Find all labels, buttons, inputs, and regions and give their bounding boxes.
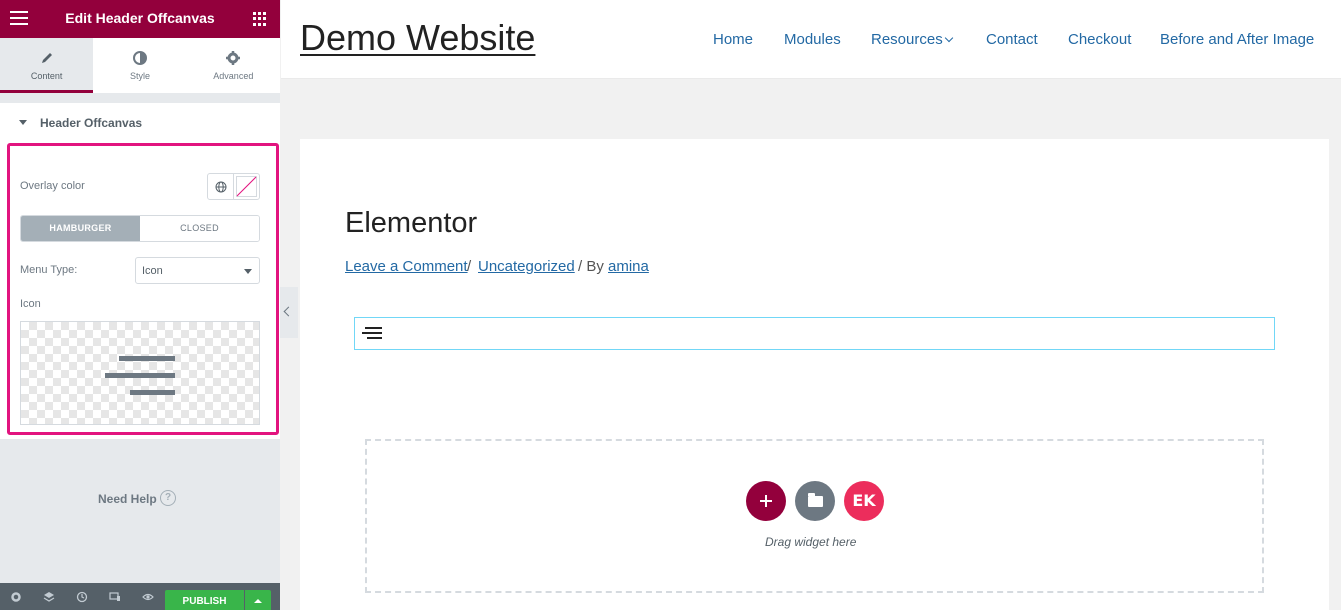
- menu-lines-icon-bottom: [367, 337, 382, 339]
- menu-lines-icon-mid: [105, 373, 175, 378]
- overlay-color-label: Overlay color: [20, 180, 85, 192]
- menu-lines-icon: [119, 356, 175, 361]
- drag-widget-hint: Drag widget here: [765, 535, 857, 549]
- add-section-button[interactable]: [746, 481, 786, 521]
- section-title: Header Offcanvas: [40, 116, 143, 130]
- nav-home[interactable]: Home: [713, 31, 753, 48]
- panel-title: Edit Header Offcanvas: [65, 10, 215, 26]
- help-icon[interactable]: ?: [160, 490, 176, 506]
- menu-lines-icon: [365, 327, 382, 329]
- settings-icon[interactable]: [10, 591, 22, 603]
- tab-content-label: Content: [30, 71, 63, 81]
- post-title: Elementor: [345, 207, 478, 239]
- menu-lines-icon-mid: [362, 332, 382, 334]
- nav-checkout[interactable]: Checkout: [1068, 31, 1131, 48]
- section-header-offcanvas[interactable]: Header Offcanvas: [0, 103, 280, 141]
- panel-tabs: Content Style Advanced: [0, 38, 280, 93]
- icon-label: Icon: [20, 298, 41, 310]
- menu-lines-icon-bottom: [130, 390, 175, 395]
- meta-separator: /: [467, 258, 472, 275]
- globe-icon: [215, 181, 227, 193]
- contrast-icon: [132, 51, 147, 65]
- tab-style[interactable]: Style: [93, 38, 186, 93]
- publish-button[interactable]: PUBLISH: [165, 590, 244, 610]
- category-link[interactable]: Uncategorized: [478, 258, 575, 275]
- toggle-closed[interactable]: CLOSED: [140, 216, 259, 241]
- leave-comment-link[interactable]: Leave a Comment: [345, 258, 468, 275]
- caret-down-icon: [19, 120, 27, 125]
- icon-picker[interactable]: [20, 321, 260, 425]
- navigator-layers-icon[interactable]: [43, 591, 55, 603]
- no-color-icon: [236, 176, 257, 197]
- tab-advanced-label: Advanced: [213, 71, 254, 81]
- menu-type-label: Menu Type:: [20, 264, 78, 276]
- widgets-grid-icon[interactable]: [253, 12, 267, 26]
- meta-by: / By: [578, 258, 604, 275]
- responsive-mode-icon[interactable]: [109, 591, 121, 603]
- chevron-down-icon: [244, 269, 252, 274]
- nav-contact[interactable]: Contact: [986, 31, 1038, 48]
- pencil-icon: [41, 53, 52, 63]
- history-icon[interactable]: [76, 591, 88, 603]
- menu-type-select[interactable]: Icon: [135, 257, 260, 284]
- global-color-button[interactable]: [207, 173, 234, 200]
- publish-options-button[interactable]: [245, 590, 271, 610]
- site-title[interactable]: Demo Website: [300, 17, 535, 59]
- nav-resources[interactable]: Resources: [871, 31, 943, 48]
- gear-icon: [226, 51, 241, 65]
- collapse-panel-handle[interactable]: [280, 287, 298, 338]
- author-link[interactable]: amina: [608, 258, 649, 275]
- nav-before-after-image[interactable]: Before and After Image: [1160, 31, 1314, 48]
- template-library-button[interactable]: [795, 481, 835, 521]
- tab-content[interactable]: Content: [0, 38, 94, 93]
- folder-icon: [808, 493, 823, 507]
- panel-header: Edit Header Offcanvas: [0, 0, 280, 38]
- preview-eye-icon[interactable]: [142, 591, 154, 603]
- menu-type-value: Icon: [142, 265, 163, 277]
- header-offcanvas-widget[interactable]: [354, 317, 1275, 350]
- toggle-hamburger[interactable]: HAMBURGER: [21, 216, 140, 241]
- tab-style-label: Style: [129, 71, 150, 81]
- hamburger-closed-toggle: HAMBURGER CLOSED: [20, 215, 260, 242]
- tab-advanced[interactable]: Advanced: [187, 38, 280, 93]
- nav-modules[interactable]: Modules: [784, 31, 841, 48]
- elementskit-button[interactable]: EK: [844, 481, 884, 521]
- need-help-link[interactable]: Need Help: [98, 492, 157, 506]
- color-swatch[interactable]: [233, 173, 260, 200]
